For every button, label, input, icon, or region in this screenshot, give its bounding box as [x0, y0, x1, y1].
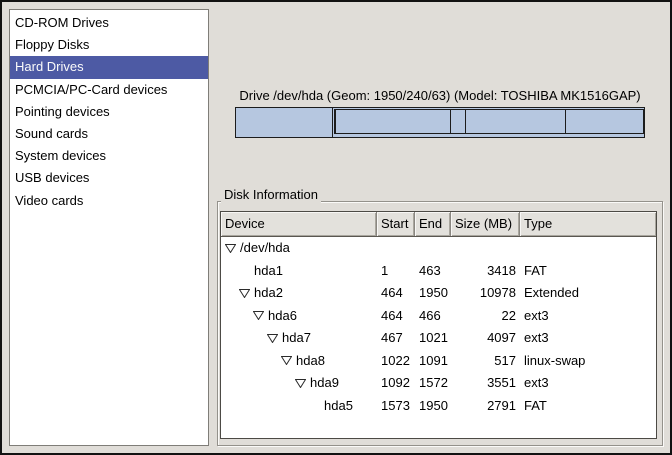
partition-segment-hda2-extended — [334, 109, 644, 134]
cell-device: hda2 — [221, 282, 377, 305]
disk-table: DeviceStartEndSize (MB)Type /dev/hdahda1… — [220, 211, 657, 439]
drive-title: Drive /dev/hda (Geom: 1950/240/63) (Mode… — [235, 88, 645, 103]
cell-device: hda1 — [221, 260, 377, 283]
cell-size: 3551 — [451, 372, 520, 395]
column-header-size-mb[interactable]: Size (MB) — [451, 212, 520, 236]
device-name: hda5 — [324, 395, 353, 418]
cell-type: linux-swap — [520, 350, 656, 373]
expander-icon[interactable] — [267, 334, 282, 343]
sidebar-item-video-cards[interactable]: Video cards — [10, 190, 208, 212]
expander-icon[interactable] — [253, 311, 268, 320]
disk-table-body: /dev/hdahda114633418FAThda2464195010978E… — [221, 237, 656, 417]
cell-end: 466 — [415, 305, 451, 328]
cell-size: 517 — [451, 350, 520, 373]
expander-icon[interactable] — [225, 244, 240, 253]
expander-icon[interactable] — [281, 356, 296, 365]
cell-device: hda9 — [221, 372, 377, 395]
sidebar-item-usb-devices[interactable]: USB devices — [10, 167, 208, 189]
cell-size: 2791 — [451, 395, 520, 418]
cell-end: 1950 — [415, 395, 451, 418]
sidebar-item-cd-rom-drives[interactable]: CD-ROM Drives — [10, 12, 208, 34]
cell-type: FAT — [520, 395, 656, 418]
cell-size — [451, 237, 520, 260]
column-header-start[interactable]: Start — [377, 212, 415, 236]
tree-indent — [221, 405, 309, 406]
tree-indent — [221, 360, 281, 361]
table-row-hda9[interactable]: hda9 109215723551ext3 — [221, 372, 656, 395]
column-header-end[interactable]: End — [415, 212, 451, 236]
cell-device: /dev/hda — [221, 237, 377, 260]
partition-segment-hda8 — [450, 110, 465, 133]
device-name: hda1 — [254, 260, 283, 283]
tree-indent — [221, 270, 239, 271]
table-row-hda8[interactable]: hda8 10221091517linux-swap — [221, 350, 656, 373]
table-row-hda1[interactable]: hda1 14633418FAT — [221, 260, 656, 283]
cell-end: 1091 — [415, 350, 451, 373]
expander-icon[interactable] — [239, 289, 254, 298]
cell-end: 1021 — [415, 327, 451, 350]
device-name: hda8 — [296, 350, 325, 373]
cell-type: FAT — [520, 260, 656, 283]
table-row-hda2[interactable]: hda2 464195010978Extended — [221, 282, 656, 305]
sidebar-item-system-devices[interactable]: System devices — [10, 145, 208, 167]
table-row-hda6[interactable]: hda6 46446622ext3 — [221, 305, 656, 328]
sidebar-item-pointing-devices[interactable]: Pointing devices — [10, 101, 208, 123]
device-name: hda7 — [282, 327, 311, 350]
cell-start: 1022 — [377, 350, 415, 373]
cell-start: 467 — [377, 327, 415, 350]
partition-segment-hda7 — [335, 110, 450, 133]
cell-end — [415, 237, 451, 260]
column-header-device[interactable]: Device — [221, 212, 377, 236]
cell-size: 10978 — [451, 282, 520, 305]
device-category-list: CD-ROM DrivesFloppy DisksHard DrivesPCMC… — [9, 9, 209, 446]
device-name: hda6 — [268, 305, 297, 328]
cell-size: 3418 — [451, 260, 520, 283]
partition-bar — [235, 107, 645, 138]
disk-information-label: Disk Information — [221, 187, 321, 203]
cell-type: Extended — [520, 282, 656, 305]
cell-size: 4097 — [451, 327, 520, 350]
tree-indent — [221, 338, 267, 339]
sidebar-item-sound-cards[interactable]: Sound cards — [10, 123, 208, 145]
cell-device: hda7 — [221, 327, 377, 350]
sidebar-item-hard-drives[interactable]: Hard Drives — [10, 56, 208, 78]
cell-end: 463 — [415, 260, 451, 283]
table-row-hda7[interactable]: hda7 46710214097ext3 — [221, 327, 656, 350]
cell-device: hda6 — [221, 305, 377, 328]
cell-size: 22 — [451, 305, 520, 328]
device-name: hda2 — [254, 282, 283, 305]
cell-end: 1572 — [415, 372, 451, 395]
cell-type: ext3 — [520, 305, 656, 328]
sidebar-item-floppy-disks[interactable]: Floppy Disks — [10, 34, 208, 56]
partition-segment-hda9 — [465, 110, 565, 133]
cell-start: 1 — [377, 260, 415, 283]
tree-indent — [221, 293, 239, 294]
cell-device: hda5 — [221, 395, 377, 418]
table-row-hda5[interactable]: hda5 157319502791FAT — [221, 395, 656, 418]
cell-start: 464 — [377, 305, 415, 328]
disk-table-header: DeviceStartEndSize (MB)Type — [221, 212, 656, 237]
column-header-type[interactable]: Type — [520, 212, 656, 236]
cell-start: 464 — [377, 282, 415, 305]
table-row-dev-hda[interactable]: /dev/hda — [221, 237, 656, 260]
expander-icon[interactable] — [295, 379, 310, 388]
cell-type — [520, 237, 656, 260]
cell-start — [377, 237, 415, 260]
cell-start: 1092 — [377, 372, 415, 395]
cell-device: hda8 — [221, 350, 377, 373]
device-name: /dev/hda — [240, 237, 290, 260]
cell-type: ext3 — [520, 372, 656, 395]
cell-type: ext3 — [520, 327, 656, 350]
hardware-browser-window: CD-ROM DrivesFloppy DisksHard DrivesPCMC… — [0, 0, 672, 455]
sidebar-item-pcmcia-pc-card-devices[interactable]: PCMCIA/PC-Card devices — [10, 79, 208, 101]
partition-segment-hda5 — [565, 110, 643, 133]
tree-indent — [221, 315, 253, 316]
cell-start: 1573 — [377, 395, 415, 418]
device-name: hda9 — [310, 372, 339, 395]
tree-indent — [221, 383, 295, 384]
partition-segment-hda1 — [236, 108, 333, 137]
cell-end: 1950 — [415, 282, 451, 305]
